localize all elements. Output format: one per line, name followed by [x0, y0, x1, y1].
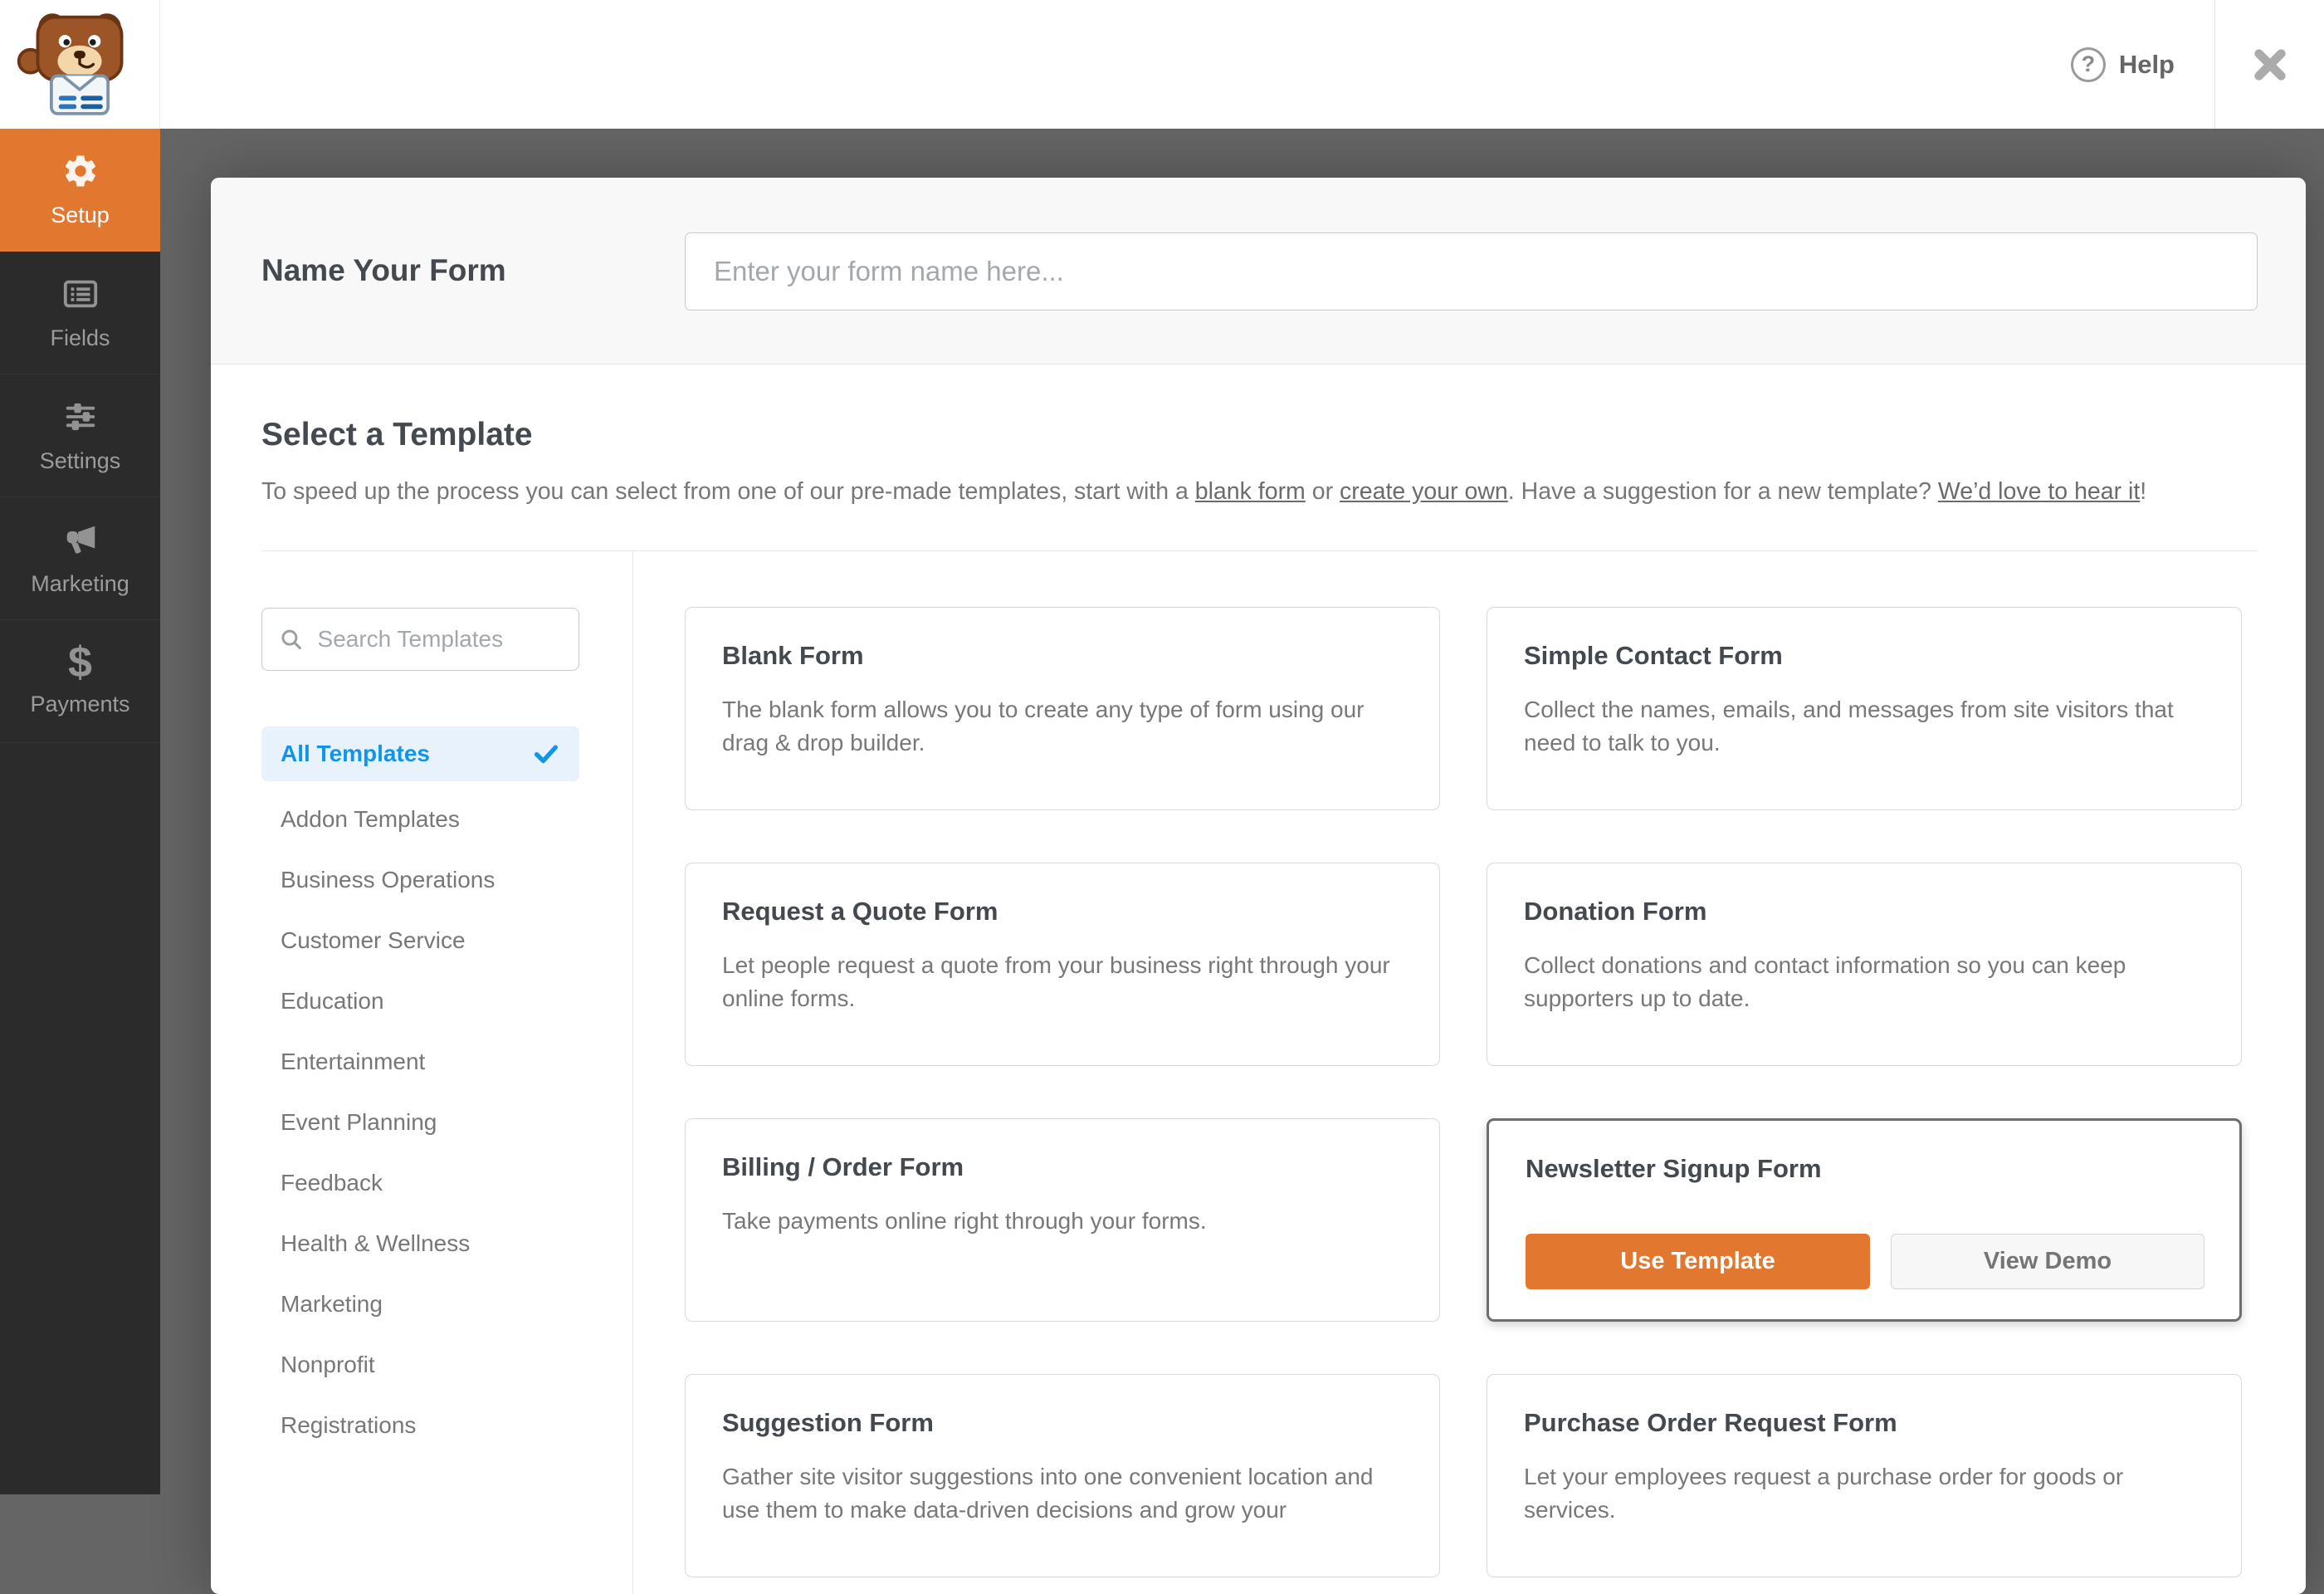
- template-description: Gather site visitor suggestions into one…: [722, 1464, 1374, 1523]
- category-business-operations[interactable]: Business Operations: [261, 849, 579, 910]
- view-demo-button[interactable]: View Demo: [1891, 1234, 2204, 1289]
- template-title: Simple Contact Form: [1524, 641, 1783, 670]
- category-all-templates[interactable]: All Templates: [261, 726, 579, 781]
- template-search: [261, 608, 579, 671]
- intro-text: or: [1305, 478, 1340, 505]
- sidebar-item-fields[interactable]: Fields: [0, 252, 160, 374]
- template-title: Request a Quote Form: [722, 897, 998, 926]
- template-card-purchase-order-request-form[interactable]: Purchase Order Request Form Let your emp…: [1487, 1374, 2242, 1577]
- template-card-suggestion-form[interactable]: Suggestion Form Gather site visitor sugg…: [685, 1374, 1440, 1577]
- dollar-icon: $: [68, 638, 92, 687]
- intro-text: To speed up the process you can select f…: [261, 478, 1195, 505]
- category-label: Marketing: [281, 1290, 383, 1317]
- top-header: ? Help: [0, 0, 2324, 129]
- sidebar-item-payments[interactable]: $ Payments: [0, 620, 160, 743]
- category-customer-service[interactable]: Customer Service: [261, 910, 579, 971]
- sidebar-item-label: Payments: [30, 691, 130, 716]
- intro-text: . Have a suggestion for a new template?: [1507, 478, 1938, 505]
- close-button[interactable]: [2214, 0, 2324, 129]
- category-label: Health & Wellness: [281, 1230, 471, 1256]
- category-marketing[interactable]: Marketing: [261, 1274, 579, 1334]
- template-description: Let your employees request a purchase or…: [1524, 1464, 2124, 1523]
- category-label: Education: [281, 987, 384, 1014]
- template-description: Collect the names, emails, and messages …: [1524, 697, 2174, 756]
- setup-panel: Name Your Form Select a Template To spee…: [211, 178, 2306, 1594]
- category-label: Feedback: [281, 1169, 383, 1196]
- template-card-blank-form[interactable]: Blank Form The blank form allows you to …: [685, 607, 1440, 810]
- template-categories: All Templates Addon Templates Business O…: [261, 726, 579, 1455]
- template-card-newsletter-signup-form[interactable]: Newsletter Signup Form Use Template View…: [1487, 1118, 2242, 1322]
- sidebar-item-label: Setup: [51, 202, 110, 227]
- intro-text: !: [2140, 478, 2147, 505]
- help-button[interactable]: ? Help: [2070, 0, 2175, 129]
- vertical-divider: [632, 550, 633, 1594]
- check-icon: [534, 745, 559, 764]
- form-name-input[interactable]: [685, 232, 2258, 310]
- sidebar-item-label: Settings: [39, 447, 121, 473]
- search-templates-input[interactable]: [315, 625, 562, 653]
- template-title: Blank Form: [722, 641, 864, 670]
- template-card-request-a-quote-form[interactable]: Request a Quote Form Let people request …: [685, 863, 1440, 1066]
- sidebar-item-label: Fields: [50, 325, 110, 350]
- template-card-actions: Use Template View Demo: [1526, 1234, 2204, 1289]
- wpforms-bear-icon: [17, 13, 124, 115]
- blank-form-link[interactable]: blank form: [1195, 478, 1306, 505]
- search-icon: [281, 629, 301, 650]
- category-label: Entertainment: [281, 1048, 426, 1074]
- template-description: The blank form allows you to create any …: [722, 697, 1365, 756]
- sidebar-item-settings[interactable]: Settings: [0, 374, 160, 497]
- template-description: Collect donations and contact informatio…: [1524, 952, 2126, 1012]
- template-title: Billing / Order Form: [722, 1152, 964, 1181]
- category-label: Customer Service: [281, 927, 466, 953]
- form-fields-icon: [63, 280, 97, 307]
- category-entertainment[interactable]: Entertainment: [261, 1031, 579, 1092]
- category-addon-templates[interactable]: Addon Templates: [261, 789, 579, 849]
- category-nonprofit[interactable]: Nonprofit: [261, 1334, 579, 1395]
- template-title: Purchase Order Request Form: [1524, 1408, 1897, 1437]
- category-label: Nonprofit: [281, 1351, 375, 1377]
- select-template-title: Select a Template: [261, 417, 533, 452]
- category-label: Addon Templates: [281, 805, 460, 832]
- category-health-wellness[interactable]: Health & Wellness: [261, 1213, 579, 1274]
- template-grid: Blank Form The blank form allows you to …: [685, 607, 2242, 1577]
- help-label: Help: [2118, 49, 2175, 79]
- sidebar-item-setup[interactable]: Setup: [0, 129, 160, 252]
- gear-icon: [65, 155, 95, 186]
- horizontal-divider: [261, 550, 2258, 551]
- category-education[interactable]: Education: [261, 971, 579, 1031]
- template-card-donation-form[interactable]: Donation Form Collect donations and cont…: [1487, 863, 2242, 1066]
- template-title: Donation Form: [1524, 897, 1707, 926]
- builder-sidebar: Setup Fields Settings Marketing $ Paymen…: [0, 129, 160, 1494]
- create-your-own-link[interactable]: create your own: [1340, 478, 1508, 505]
- sidebar-item-label: Marketing: [31, 570, 129, 596]
- use-template-button[interactable]: Use Template: [1526, 1234, 1870, 1289]
- name-your-form-title: Name Your Form: [261, 253, 506, 287]
- category-label: Event Planning: [281, 1108, 437, 1135]
- sliders-icon: [66, 403, 95, 430]
- template-card-billing-order-form[interactable]: Billing / Order Form Take payments onlin…: [685, 1118, 1440, 1322]
- template-description: Take payments online right through your …: [722, 1208, 1207, 1234]
- template-title: Suggestion Form: [722, 1408, 934, 1437]
- category-label: Business Operations: [281, 866, 496, 892]
- wpforms-logo: [0, 0, 160, 129]
- sidebar-item-marketing[interactable]: Marketing: [0, 497, 160, 620]
- suggest-template-link[interactable]: We’d love to hear it: [1938, 478, 2140, 505]
- template-description: Let people request a quote from your bus…: [722, 952, 1390, 1012]
- category-feedback[interactable]: Feedback: [261, 1152, 579, 1213]
- select-template-intro: To speed up the process you can select f…: [261, 478, 2146, 506]
- category-label: All Templates: [281, 741, 430, 766]
- category-label: Registrations: [281, 1411, 417, 1438]
- category-registrations[interactable]: Registrations: [261, 1395, 579, 1455]
- close-icon: [2253, 48, 2286, 81]
- category-event-planning[interactable]: Event Planning: [261, 1092, 579, 1152]
- help-icon: ?: [2070, 46, 2106, 82]
- template-title: Newsletter Signup Form: [1526, 1154, 1822, 1183]
- template-card-simple-contact-form[interactable]: Simple Contact Form Collect the names, e…: [1487, 607, 2242, 810]
- megaphone-icon: [66, 526, 95, 554]
- name-your-form-section: Name Your Form: [211, 178, 2306, 364]
